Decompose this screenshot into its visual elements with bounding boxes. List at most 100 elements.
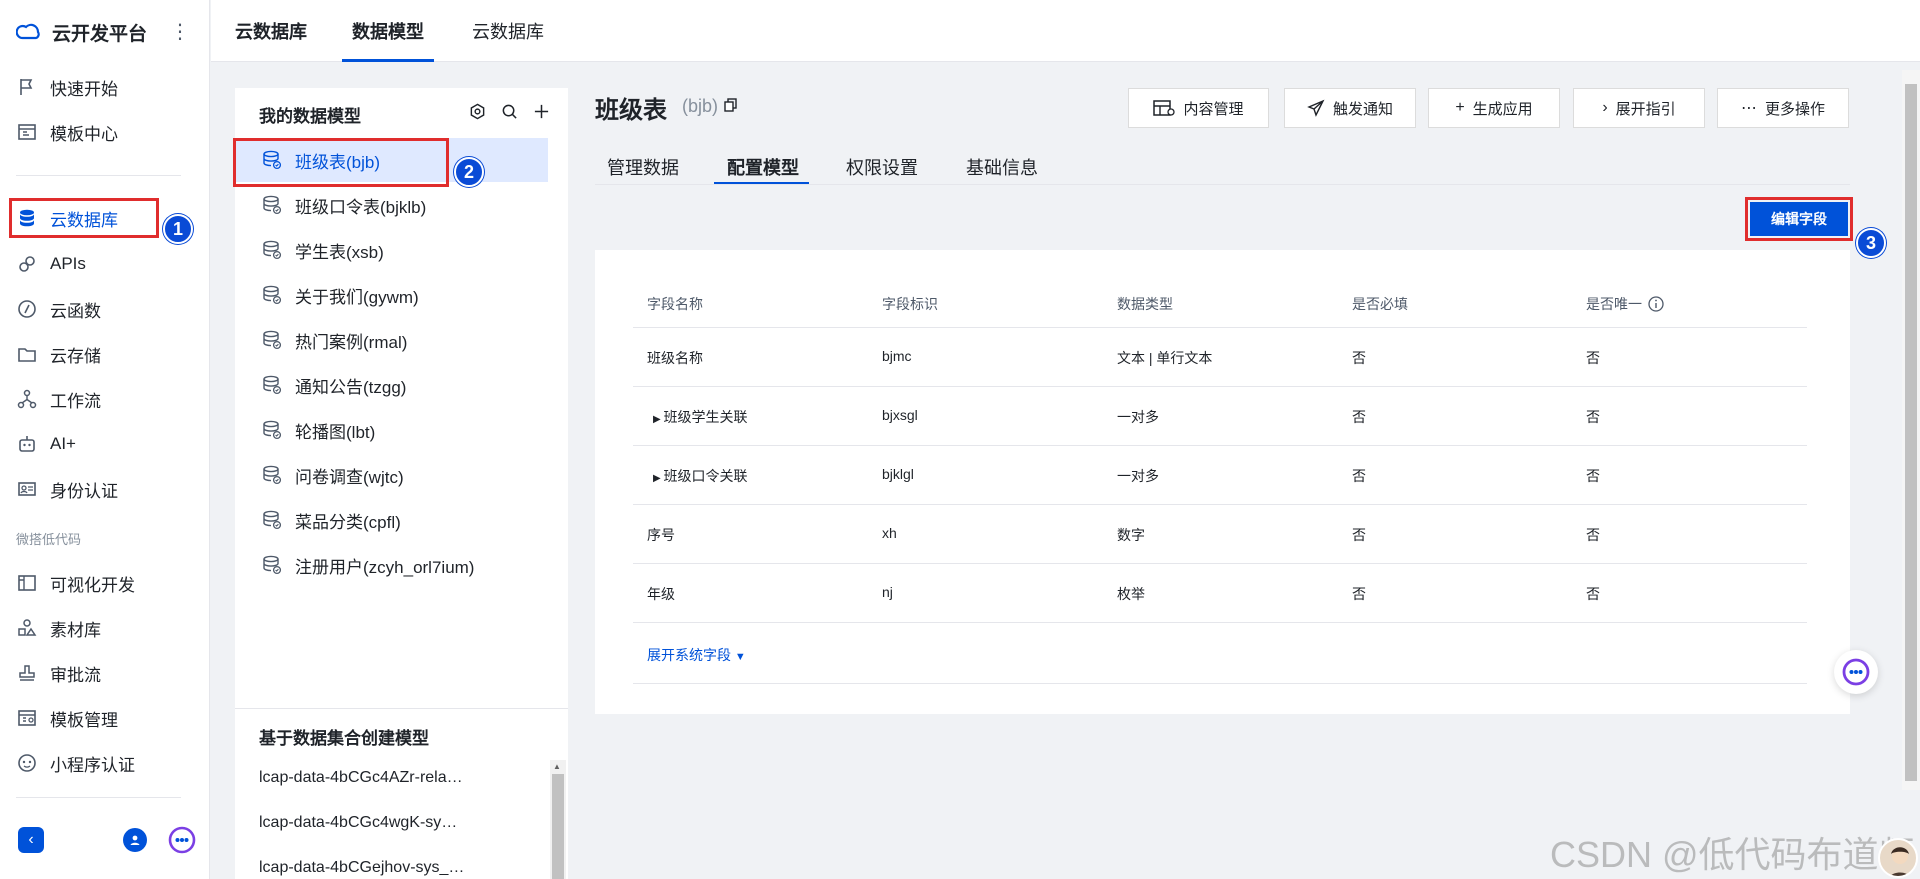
- top-tab-cloud-db[interactable]: 云数据库: [472, 0, 544, 62]
- assistant-float-button[interactable]: [1834, 650, 1878, 694]
- link-icon: [16, 253, 38, 275]
- sidebar-item-workflow[interactable]: 工作流: [16, 382, 191, 416]
- field-required: 否: [1352, 586, 1366, 602]
- divider: [633, 622, 1807, 623]
- sidebar-item-template-manage[interactable]: 模板管理: [16, 701, 191, 735]
- fields-table: 字段名称 字段标识 数据类型 是否必填 是否唯一 班级名称 bjmc 文本 | 单行…: [595, 250, 1850, 714]
- model-list-item[interactable]: 通知公告(tzgg): [235, 363, 548, 407]
- column-header: 是否必填: [1352, 296, 1408, 312]
- highlight-box-model: [233, 138, 449, 187]
- model-list-item[interactable]: 班级口令表(bjklb): [235, 183, 548, 227]
- field-required: 否: [1352, 468, 1366, 484]
- field-required: 否: [1352, 350, 1366, 366]
- sidebar-item-label: 模板中心: [50, 124, 118, 144]
- field-required: 否: [1352, 409, 1366, 425]
- top-tab-data-model[interactable]: 数据模型: [352, 0, 424, 62]
- highlight-box-database: [9, 198, 159, 238]
- model-list-item[interactable]: 注册用户(zcyh_orl7ium): [235, 543, 548, 587]
- panel-scrollbar[interactable]: ▲: [550, 760, 566, 879]
- tab-config-model[interactable]: 配置模型: [727, 154, 799, 180]
- database-model-icon: [261, 374, 285, 396]
- sidebar-item-storage[interactable]: 云存储: [16, 337, 191, 371]
- more-icon: ⋯: [1740, 100, 1757, 117]
- model-list-item[interactable]: 轮播图(lbt): [235, 408, 548, 452]
- button-label: 生成应用: [1472, 100, 1533, 118]
- database-model-icon: [261, 194, 285, 216]
- expand-caret-icon[interactable]: ▶: [653, 414, 663, 425]
- database-model-icon: [261, 239, 285, 261]
- search-icon[interactable]: [500, 102, 518, 120]
- scroll-thumb[interactable]: [552, 774, 564, 879]
- author-avatar: [1878, 838, 1918, 878]
- sidebar-item-label: 可视化开发: [50, 575, 135, 595]
- sidebar-item-approval[interactable]: 审批流: [16, 656, 191, 690]
- model-list-item[interactable]: 关于我们(gywm): [235, 273, 548, 317]
- field-type: 数字: [1117, 527, 1145, 543]
- sidebar-item-label: 小程序认证: [50, 755, 135, 775]
- tab-manage-data[interactable]: 管理数据: [607, 154, 679, 180]
- column-header: 字段标识: [882, 296, 938, 312]
- database-model-icon: [261, 419, 285, 441]
- id-card-icon: [16, 478, 38, 500]
- tab-permissions[interactable]: 权限设置: [846, 154, 918, 180]
- sidebar-item-visual-dev[interactable]: 可视化开发: [16, 566, 191, 600]
- model-list-item[interactable]: 菜品分类(cpfl): [235, 498, 548, 542]
- template-icon: [16, 121, 38, 143]
- divider: [633, 445, 1807, 446]
- generate-app-button[interactable]: + 生成应用: [1428, 88, 1560, 128]
- collapse-sidebar-icon[interactable]: ‹: [18, 827, 44, 853]
- assistant-bot-icon[interactable]: [168, 826, 196, 854]
- field-identifier: xh: [882, 525, 897, 541]
- sidebar-item-quickstart[interactable]: 快速开始: [16, 70, 191, 104]
- dataset-item[interactable]: lcap-data-4bCGejhov-sys_…: [259, 859, 509, 877]
- field-unique: 否: [1586, 468, 1600, 484]
- step-badge-2: 2: [454, 157, 484, 187]
- scroll-up-icon[interactable]: ▲: [553, 762, 561, 771]
- model-list-item[interactable]: 学生表(xsb): [235, 228, 548, 272]
- stamp-icon: [16, 662, 38, 684]
- field-unique: 否: [1586, 409, 1600, 425]
- tab-basic-info[interactable]: 基础信息: [966, 154, 1038, 180]
- sidebar-item-templates[interactable]: 模板中心: [16, 115, 191, 149]
- panel-actions: [468, 102, 550, 120]
- more-vertical-icon[interactable]: ⋮: [170, 22, 190, 42]
- user-avatar-icon[interactable]: [123, 828, 147, 852]
- settings-icon[interactable]: [468, 102, 486, 120]
- sidebar-item-miniprogram-auth[interactable]: 小程序认证: [16, 746, 191, 780]
- model-name: 关于我们(gywm): [295, 287, 419, 307]
- page-scrollbar[interactable]: [1902, 70, 1920, 790]
- copy-icon[interactable]: [724, 98, 738, 112]
- content-management-button[interactable]: 内容管理: [1128, 88, 1269, 128]
- sidebar-item-label: 快速开始: [50, 79, 118, 99]
- trigger-notification-button[interactable]: 触发通知: [1284, 88, 1416, 128]
- model-list-item[interactable]: 热门案例(rmal): [235, 318, 548, 362]
- scroll-thumb[interactable]: [1905, 84, 1917, 781]
- info-icon[interactable]: [1648, 296, 1664, 312]
- model-name: 学生表(xsb): [295, 242, 384, 262]
- sidebar-item-assets[interactable]: 素材库: [16, 611, 191, 645]
- folder-icon: [16, 343, 38, 365]
- sidebar-item-ai[interactable]: AI+: [16, 427, 191, 461]
- top-tab-database[interactable]: 云数据库: [235, 0, 307, 62]
- add-icon[interactable]: [532, 102, 550, 120]
- model-list-item[interactable]: 问卷调查(wjtc): [235, 453, 548, 497]
- button-label: 展开指引: [1615, 100, 1676, 118]
- dataset-item[interactable]: lcap-data-4bCGc4AZr-rela…: [259, 769, 509, 787]
- sidebar-item-auth[interactable]: 身份认证: [16, 472, 191, 506]
- field-unique: 否: [1586, 586, 1600, 602]
- expand-caret-icon[interactable]: ▶: [653, 473, 663, 484]
- more-actions-button[interactable]: ⋯ 更多操作: [1717, 88, 1849, 128]
- column-header-label: 是否唯一: [1586, 296, 1642, 312]
- dataset-item[interactable]: lcap-data-4bCGc4wgK-sy…: [259, 814, 509, 832]
- database-model-icon: [261, 329, 285, 351]
- field-identifier: nj: [882, 584, 893, 600]
- database-model-icon: [261, 554, 285, 576]
- expand-guide-button[interactable]: › 展开指引: [1573, 88, 1705, 128]
- send-icon: [1307, 99, 1325, 117]
- sidebar-item-functions[interactable]: 云函数: [16, 292, 191, 326]
- sidebar-item-apis[interactable]: APIs: [16, 247, 191, 281]
- expand-system-fields-link[interactable]: 展开系统字段 ▼: [647, 645, 746, 665]
- sidebar-item-label: AI+: [50, 434, 76, 453]
- divider: [633, 504, 1807, 505]
- button-label: 内容管理: [1183, 100, 1244, 118]
